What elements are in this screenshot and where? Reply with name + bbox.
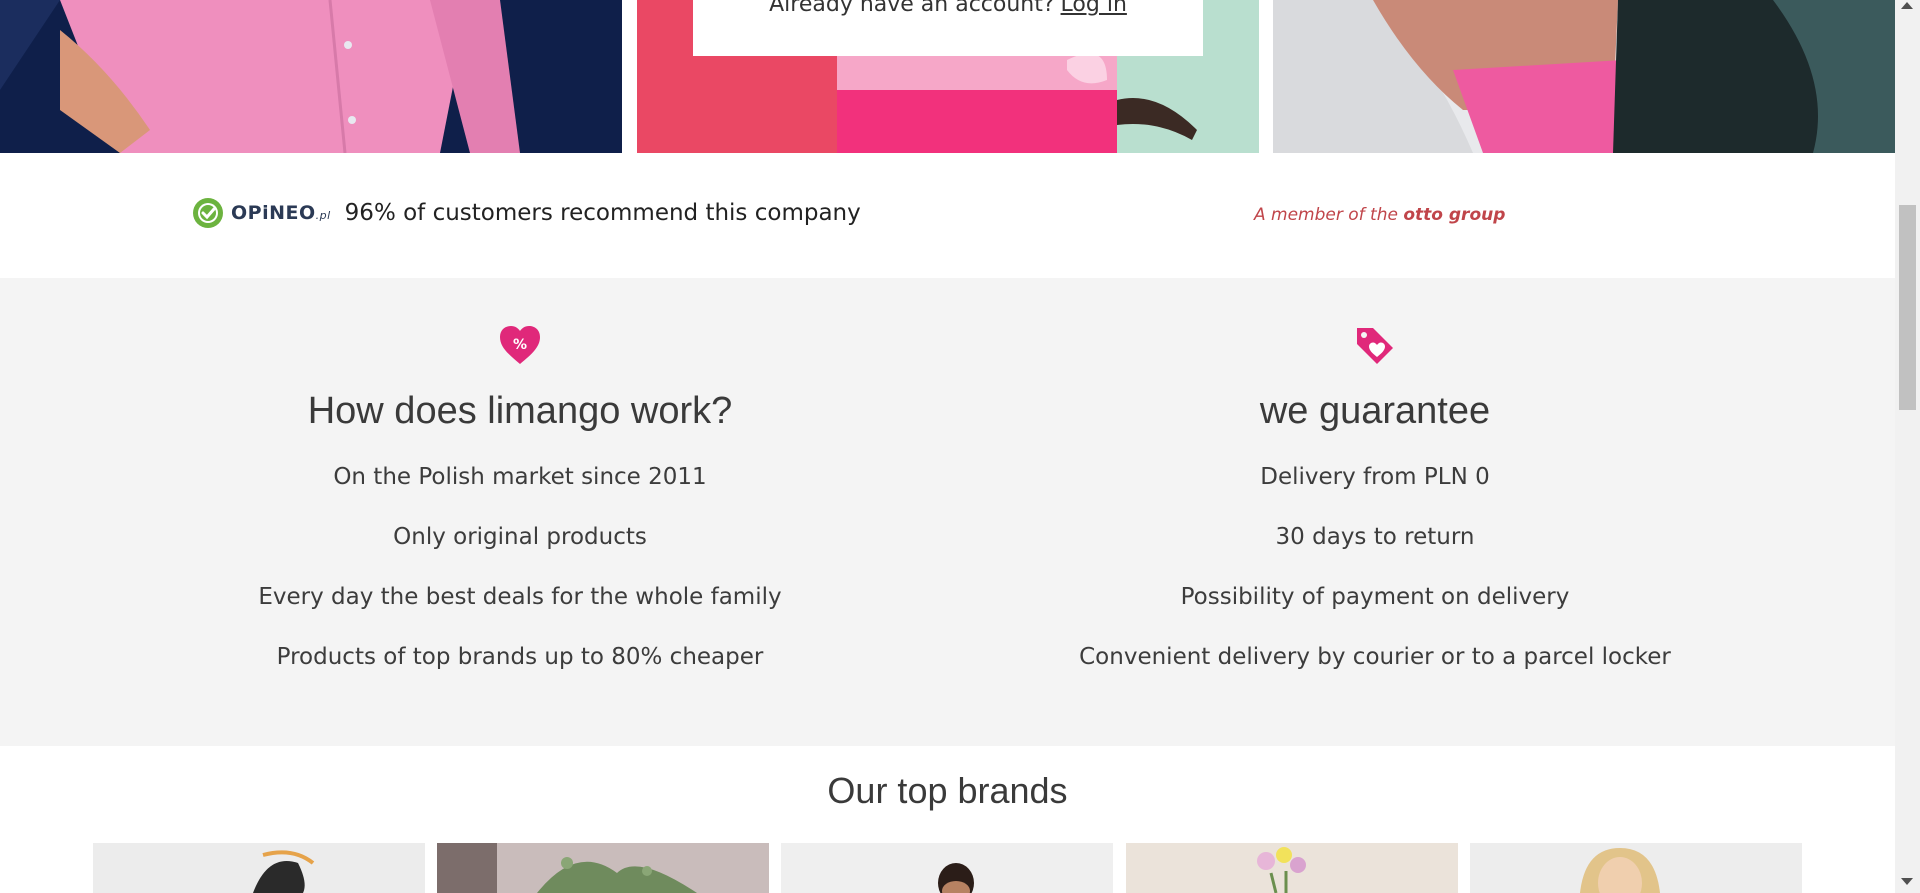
opineo-check-icon: [193, 198, 223, 228]
how-it-works-item: Products of top brands up to 80% cheaper: [276, 644, 764, 670]
hero-image-strip: Already have an account? Log in: [0, 0, 1895, 153]
login-prompt-box: Already have an account? Log in: [693, 0, 1203, 56]
scroll-thumb[interactable]: [1899, 205, 1916, 410]
top-brands-title: Our top brands: [827, 770, 1068, 811]
member-prefix: A member of the: [1254, 205, 1404, 225]
info-section: % How does limango work? On the Polish m…: [0, 278, 1895, 746]
recommend-text: 96% of customers recommend this company: [344, 200, 861, 226]
guarantee-item: Delivery from PLN 0: [1260, 464, 1490, 490]
hero-image-pink-shirt[interactable]: [0, 0, 622, 153]
tag-heart-icon: [1357, 328, 1393, 364]
guarantee-item: Possibility of payment on delivery: [1180, 584, 1570, 610]
login-prompt: Already have an account? Log in: [769, 0, 1127, 17]
brand-card[interactable]: [781, 843, 1113, 893]
opineo-brand: OPiNEO: [231, 202, 316, 224]
page-scrollbar[interactable]: [1895, 0, 1920, 893]
guarantee-title: we guarantee: [1259, 390, 1491, 432]
brand-card[interactable]: [1126, 843, 1458, 893]
scroll-down-arrow-icon[interactable]: [1901, 878, 1913, 885]
scroll-up-arrow-icon[interactable]: [1901, 2, 1913, 9]
how-it-works-item: On the Polish market since 2011: [333, 464, 707, 490]
guarantee-item: 30 days to return: [1275, 524, 1475, 550]
guarantee-item: Convenient delivery by courier or to a p…: [1079, 644, 1671, 670]
otto-group-name: otto group: [1403, 205, 1506, 225]
heart-percent-icon: %: [500, 326, 540, 364]
brand-card[interactable]: [1470, 843, 1802, 893]
top-brands-section: Our top brands: [0, 746, 1895, 893]
otto-group-member: A member of the otto group: [1254, 205, 1505, 225]
how-it-works-item: Every day the best deals for the whole f…: [258, 584, 782, 610]
hero-image-pink-outfit[interactable]: [1273, 0, 1895, 153]
how-it-works-title: How does limango work?: [307, 390, 733, 432]
trust-bar: OPiNEO.pl 96% of customers recommend thi…: [0, 153, 1895, 278]
how-it-works-item: Only original products: [393, 524, 647, 550]
opineo-badge[interactable]: OPiNEO.pl 96% of customers recommend thi…: [192, 197, 861, 229]
opineo-logo-text: OPiNEO.pl: [231, 202, 331, 224]
brand-card[interactable]: [437, 843, 769, 893]
heart-percent-badge: %: [513, 337, 527, 353]
brand-card[interactable]: [93, 843, 425, 893]
opineo-suffix: .pl: [315, 209, 331, 222]
login-link[interactable]: Log in: [1061, 0, 1127, 17]
login-prompt-text: Already have an account?: [769, 0, 1055, 17]
